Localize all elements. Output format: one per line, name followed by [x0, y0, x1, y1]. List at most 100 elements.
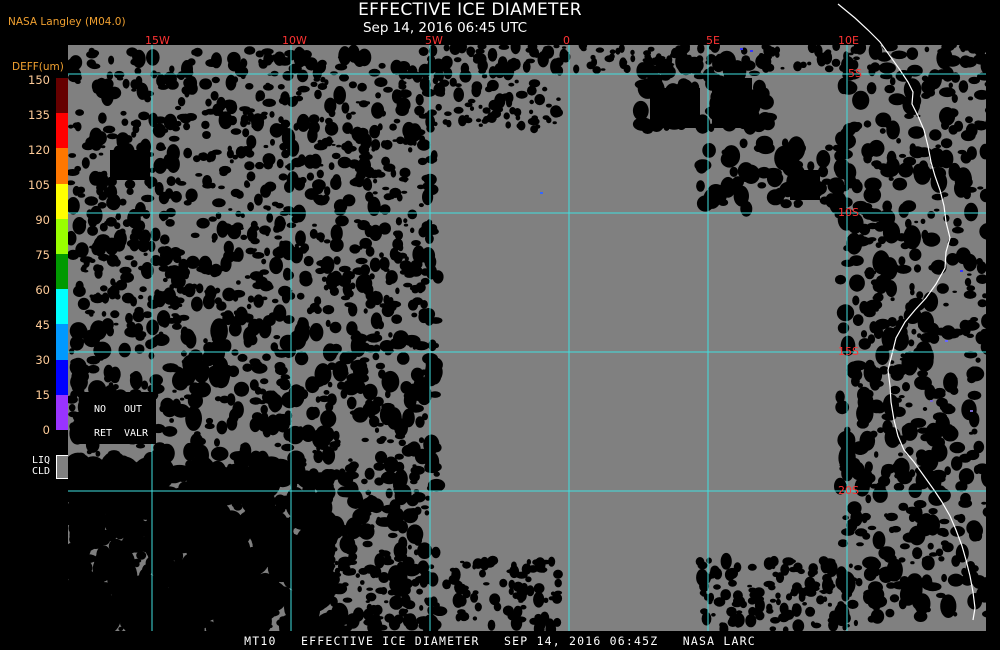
- no-data-speck: [846, 599, 859, 610]
- no-data-speck: [255, 50, 264, 58]
- no-data-speck: [920, 433, 931, 442]
- no-data-speck: [230, 128, 242, 135]
- no-data-speck: [296, 113, 310, 132]
- no-data-speck: [695, 159, 708, 174]
- no-data-speck: [878, 475, 891, 487]
- no-data-speck: [529, 99, 534, 105]
- no-data-speck: [308, 308, 315, 313]
- no-data-speck: [418, 47, 429, 56]
- no-data-speck: [871, 367, 883, 384]
- no-data-speck: [559, 48, 568, 62]
- no-data-speck: [963, 253, 977, 272]
- no-data-speck: [452, 592, 464, 608]
- no-data-speck: [375, 362, 386, 370]
- no-data-speck: [239, 58, 248, 69]
- no-data-speck: [98, 152, 104, 156]
- no-data-speck: [312, 223, 317, 227]
- no-data-speck: [102, 125, 116, 134]
- no-data-speck: [960, 45, 966, 53]
- no-data-speck: [170, 522, 192, 544]
- no-data-speck: [210, 466, 233, 479]
- no-data-speck: [403, 391, 417, 410]
- no-data-speck: [862, 473, 876, 484]
- no-data-speck: [977, 299, 986, 308]
- no-data-speck: [966, 449, 980, 461]
- no-data-speck: [110, 278, 116, 286]
- no-data-speck: [388, 332, 393, 338]
- no-data-speck: [172, 389, 177, 393]
- no-data-speck: [424, 224, 434, 238]
- no-data-speck: [216, 420, 228, 435]
- no-data-speck: [108, 55, 115, 65]
- no-data-speck: [279, 311, 284, 317]
- no-data-speck: [253, 294, 264, 308]
- no-data-speck: [403, 282, 413, 288]
- no-data-speck: [190, 232, 200, 238]
- no-data-speck: [444, 111, 452, 116]
- no-data-speck: [850, 46, 858, 54]
- no-data-speck: [775, 592, 781, 599]
- no-data-speck: [69, 422, 78, 432]
- no-data-speck: [135, 332, 145, 341]
- no-data-speck: [114, 293, 121, 300]
- no-data-speck: [505, 121, 512, 129]
- no-data-speck: [339, 352, 355, 365]
- no-data-speck: [869, 321, 878, 334]
- no-data-speck: [68, 180, 76, 186]
- no-data-speck: [921, 574, 933, 590]
- no-data-speck: [396, 193, 403, 202]
- no-data-speck: [272, 248, 281, 258]
- no-data-speck: [851, 180, 863, 194]
- no-data-speck: [775, 51, 780, 58]
- no-data-speck: [481, 118, 489, 124]
- no-data-speck: [153, 523, 169, 532]
- no-data-speck: [932, 412, 948, 422]
- no-data-speck: [118, 342, 131, 358]
- no-data-speck: [542, 86, 548, 92]
- no-data-speck: [235, 210, 242, 217]
- no-data-speck: [344, 542, 358, 555]
- no-data-speck: [415, 94, 424, 106]
- no-data-speck: [526, 85, 537, 96]
- no-data-speck: [264, 181, 277, 192]
- no-data-speck: [383, 163, 396, 172]
- no-data-speck: [785, 593, 793, 601]
- no-data-speck: [254, 193, 263, 206]
- no-data-speck: [697, 45, 705, 54]
- no-data-speck: [686, 67, 692, 71]
- no-data-speck: [394, 453, 404, 460]
- no-data-speck: [236, 280, 241, 285]
- no-data-speck: [313, 77, 321, 82]
- no-data-speck: [534, 94, 545, 106]
- no-data-speck: [964, 177, 973, 187]
- no-data-speck: [260, 330, 266, 336]
- no-data-speck: [548, 556, 556, 567]
- no-data-speck: [323, 239, 331, 244]
- no-data-speck: [176, 113, 190, 121]
- no-data-speck: [877, 236, 887, 245]
- no-data-speck: [412, 464, 417, 468]
- no-data-speck: [351, 613, 357, 620]
- no-data-speck: [901, 351, 919, 376]
- no-data-speck: [427, 572, 439, 587]
- no-data-speck: [154, 182, 164, 196]
- no-data-speck: [366, 603, 373, 612]
- no-data-speck: [788, 559, 796, 564]
- no-data-speck: [255, 161, 264, 170]
- no-data-speck: [819, 196, 830, 205]
- no-data-speck: [374, 171, 386, 178]
- no-data-speck: [885, 280, 897, 298]
- no-data-speck: [369, 224, 383, 241]
- no-data-speck: [902, 382, 910, 392]
- no-data-speck: [162, 277, 168, 283]
- lon-label: 0: [563, 34, 570, 47]
- no-data-speck: [373, 604, 383, 616]
- no-data-speck: [118, 234, 124, 242]
- no-data-speck: [918, 160, 929, 172]
- no-data-speck: [946, 376, 958, 382]
- no-data-speck: [528, 565, 539, 573]
- no-data-speck: [961, 320, 980, 331]
- no-data-speck: [109, 366, 121, 382]
- no-data-speck: [144, 95, 152, 103]
- no-data-speck: [163, 164, 174, 169]
